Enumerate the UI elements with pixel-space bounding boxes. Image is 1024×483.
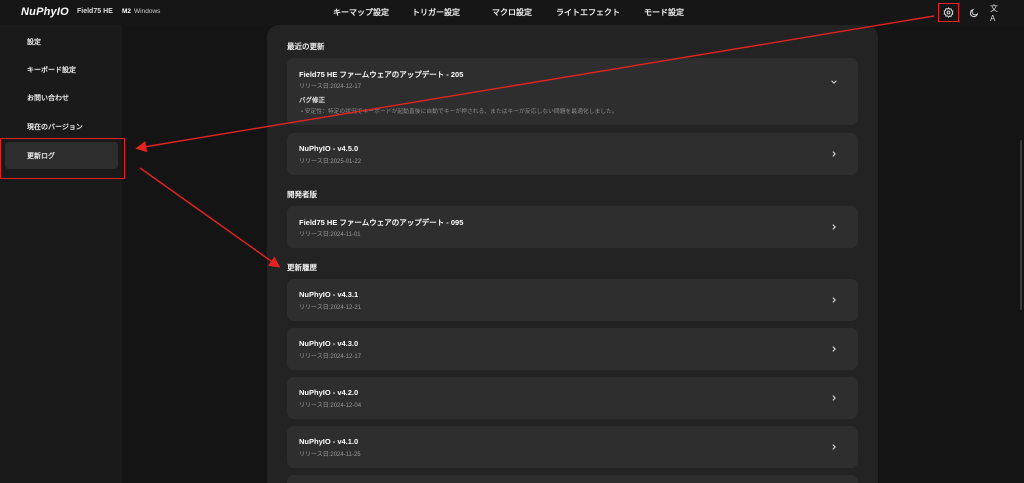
changelog-card-partial[interactable] (287, 475, 858, 483)
section-title-recent: 最近の更新 (287, 42, 325, 51)
card-date: リリース日:2024-12-17 (299, 354, 362, 360)
arrow-changelog-to-history (139, 167, 281, 268)
chevron-right-icon (832, 151, 836, 157)
card-title: NuPhyIO - v4.3.1 (299, 290, 359, 299)
nav-trigger[interactable]: トリガー設定 (412, 7, 460, 18)
nav-keymap[interactable]: キーマップ設定 (333, 7, 389, 18)
chevron-down-icon[interactable] (830, 78, 838, 86)
card-title: NuPhyIO - v4.1.0 (299, 437, 359, 446)
nav-macro[interactable]: マクロ設定 (492, 7, 532, 18)
chevron-right-icon (832, 395, 836, 401)
changelog-card[interactable]: NuPhyIO - v4.3.0 リリース日:2024-12-17 (287, 328, 858, 370)
changelog-card[interactable]: Field75 HE ファームウェアのアップデート - 095 リリース日:20… (287, 206, 858, 248)
app-logo: NuPhyIO (21, 6, 69, 18)
card-title: Field75 HE ファームウェアのアップデート - 095 (299, 218, 464, 227)
changelog-card[interactable]: NuPhyIO - v4.3.1 リリース日:2024-12-21 (287, 279, 858, 321)
language-icon[interactable]: 文A (990, 4, 1003, 23)
sidebar-item-current-version[interactable]: 現在のバージョン (5, 113, 118, 140)
moon-dark-mode-icon[interactable] (967, 6, 980, 19)
chevron-right-icon (832, 297, 836, 303)
sidebar-item-settings[interactable]: 設定 (5, 28, 118, 55)
card-title: NuPhyIO - v4.2.0 (299, 388, 359, 397)
sidebar: 設定 キーボード設定 お問い合わせ 現在のバージョン 更新ログ (0, 25, 122, 483)
nav-light-effect[interactable]: ライトエフェクト (556, 7, 620, 18)
section-title-history: 更新履歴 (287, 263, 317, 272)
notes-heading: バグ修正 (299, 97, 325, 104)
os-badge: M2 (122, 8, 132, 15)
card-title: NuPhyIO - v4.3.0 (299, 339, 359, 348)
card-date: リリース日:2024-12-21 (299, 305, 362, 311)
card-date: リリース日:2024-12-17 (299, 84, 362, 90)
changelog-card-expanded[interactable]: Field75 HE ファームウェアのアップデート - 205 リリース日:20… (287, 58, 858, 125)
changelog-card[interactable]: NuPhyIO - v4.1.0 リリース日:2024-11-25 (287, 426, 858, 468)
card-date: リリース日:2024-12-04 (299, 403, 362, 409)
chevron-right-icon (832, 444, 836, 450)
changelog-highlight-box (0, 138, 125, 179)
nav-mode[interactable]: モード設定 (644, 7, 684, 18)
top-bar: NuPhyIO Field75 HE M2 Windows キーマップ設定 トリガ… (0, 0, 1024, 25)
card-title: NuPhyIO - v4.5.0 (299, 144, 359, 153)
scrollbar[interactable] (1020, 140, 1022, 310)
sidebar-item-keyboard-settings[interactable]: キーボード設定 (5, 56, 118, 83)
sidebar-item-contact[interactable]: お問い合わせ (5, 84, 118, 111)
os-name: Windows (134, 8, 161, 15)
note-item: • 安定性：特定の状況でキーボードが起動直後に自動でキーが押される、またはキーが… (301, 109, 618, 115)
settings-highlight-box (938, 3, 959, 22)
chevron-right-icon (832, 346, 836, 352)
card-date: リリース日:2024-11-01 (299, 232, 361, 238)
card-date: リリース日:2025-01-22 (299, 159, 362, 165)
os-selector[interactable]: M2 Windows (122, 8, 160, 15)
card-date: リリース日:2024-11-25 (299, 452, 361, 458)
changelog-card[interactable]: NuPhyIO - v4.5.0 リリース日:2025-01-22 (287, 133, 858, 175)
changelog-card[interactable]: NuPhyIO - v4.2.0 リリース日:2024-12-04 (287, 377, 858, 419)
section-title-developer: 開発者版 (287, 190, 317, 199)
chevron-right-icon (832, 224, 836, 230)
card-title: Field75 HE ファームウェアのアップデート - 205 (299, 70, 464, 79)
device-name[interactable]: Field75 HE (77, 8, 113, 15)
